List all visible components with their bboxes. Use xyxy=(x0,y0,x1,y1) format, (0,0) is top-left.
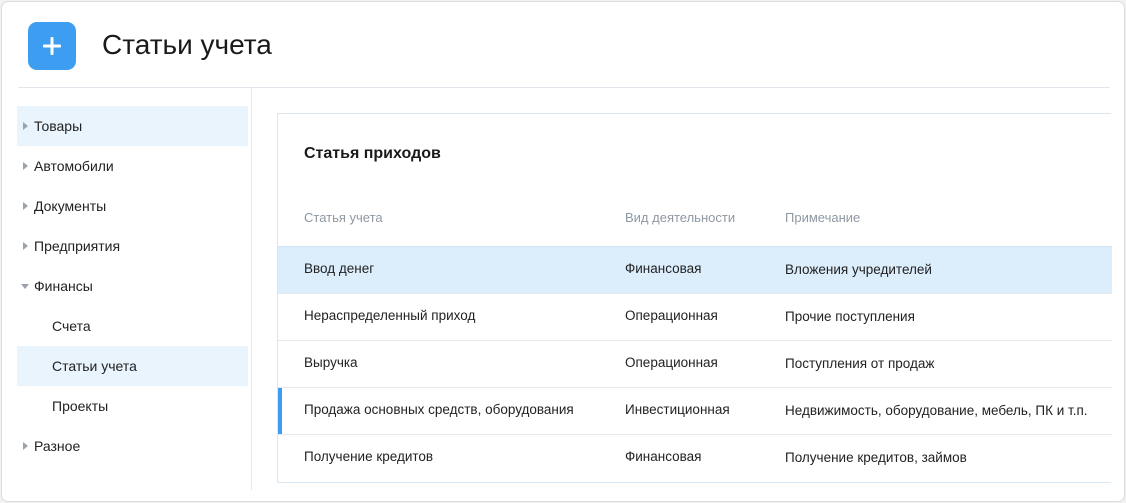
sidebar-item-label: Проекты xyxy=(52,398,109,414)
sidebar-item-products[interactable]: Товары xyxy=(17,106,248,146)
sidebar-item-label: Товары xyxy=(34,118,83,134)
cell-article: Выручка xyxy=(304,355,358,370)
cell-activity: Инвестиционная xyxy=(625,402,730,417)
sidebar-item-label: Финансы xyxy=(34,278,93,294)
cell-note: Вложения учредителей xyxy=(785,262,932,277)
sidebar-item-accounting-articles[interactable]: Статьи учета xyxy=(17,346,248,386)
sidebar-item-documents[interactable]: Документы xyxy=(17,186,248,226)
sidebar-item-enterprises[interactable]: Предприятия xyxy=(17,226,248,266)
cell-note: Прочие поступления xyxy=(785,309,915,324)
cell-activity: Операционная xyxy=(625,308,718,323)
sidebar-item-projects[interactable]: Проекты xyxy=(17,386,248,426)
cell-note: Поступления от продаж xyxy=(785,356,935,371)
focus-marker xyxy=(278,388,282,435)
cell-article: Продажа основных средств, оборудования xyxy=(304,402,574,417)
cell-article: Нераспределенный приход xyxy=(304,308,476,323)
income-articles-card: Статья приходов Статья учета Вид деятель… xyxy=(277,113,1112,483)
header-divider xyxy=(18,87,1110,88)
plus-icon xyxy=(43,37,61,55)
caret-right-icon xyxy=(21,121,29,131)
cell-activity: Финансовая xyxy=(625,261,702,276)
sidebar-item-label: Предприятия xyxy=(34,238,121,254)
sidebar-item-label: Автомобили xyxy=(34,158,114,174)
table-row[interactable]: Выручка Операционная Поступления от прод… xyxy=(278,340,1112,387)
sidebar-item-cars[interactable]: Автомобили xyxy=(17,146,248,186)
sidebar: Товары Автомобили Документы Предприятия … xyxy=(17,106,249,466)
section-title: Статья приходов xyxy=(304,145,441,162)
cell-note: Получение кредитов, займов xyxy=(785,450,967,465)
page-title: Статьи учета xyxy=(102,29,272,60)
column-header-note[interactable]: Примечание xyxy=(785,210,860,226)
sidebar-item-label: Разное xyxy=(34,438,81,454)
table-row[interactable]: Ввод денег Финансовая Вложения учредител… xyxy=(278,246,1112,293)
sidebar-item-label: Счета xyxy=(52,318,91,334)
add-button[interactable] xyxy=(28,22,76,70)
card-bottom-border xyxy=(277,482,1111,483)
caret-right-icon xyxy=(21,201,29,211)
table-row[interactable]: Получение кредитов Финансовая Получение … xyxy=(278,434,1112,481)
column-header-article[interactable]: Статья учета xyxy=(304,210,383,226)
sidebar-item-accounts[interactable]: Счета xyxy=(17,306,248,346)
sidebar-item-label: Документы xyxy=(34,198,107,214)
sidebar-item-label: Статьи учета xyxy=(52,358,137,374)
table-row[interactable]: Продажа основных средств, оборудования И… xyxy=(278,387,1112,435)
caret-down-icon xyxy=(21,281,29,291)
cell-article: Ввод денег xyxy=(304,261,375,276)
cell-activity: Операционная xyxy=(625,355,718,370)
sidebar-item-misc[interactable]: Разное xyxy=(17,426,248,466)
page-header: Статьи учета xyxy=(2,2,1124,88)
caret-right-icon xyxy=(21,441,29,451)
cell-article: Получение кредитов xyxy=(304,449,434,464)
table-row[interactable]: Нераспределенный приход Операционная Про… xyxy=(278,293,1112,340)
column-header-activity[interactable]: Вид деятельности xyxy=(625,210,735,226)
caret-right-icon xyxy=(21,161,29,171)
sidebar-divider xyxy=(251,88,252,490)
sidebar-item-finance[interactable]: Финансы xyxy=(17,266,248,306)
caret-right-icon xyxy=(21,241,29,251)
cell-note: Недвижимость, оборудование, мебель, ПК и… xyxy=(785,403,1088,418)
cell-activity: Финансовая xyxy=(625,449,702,464)
